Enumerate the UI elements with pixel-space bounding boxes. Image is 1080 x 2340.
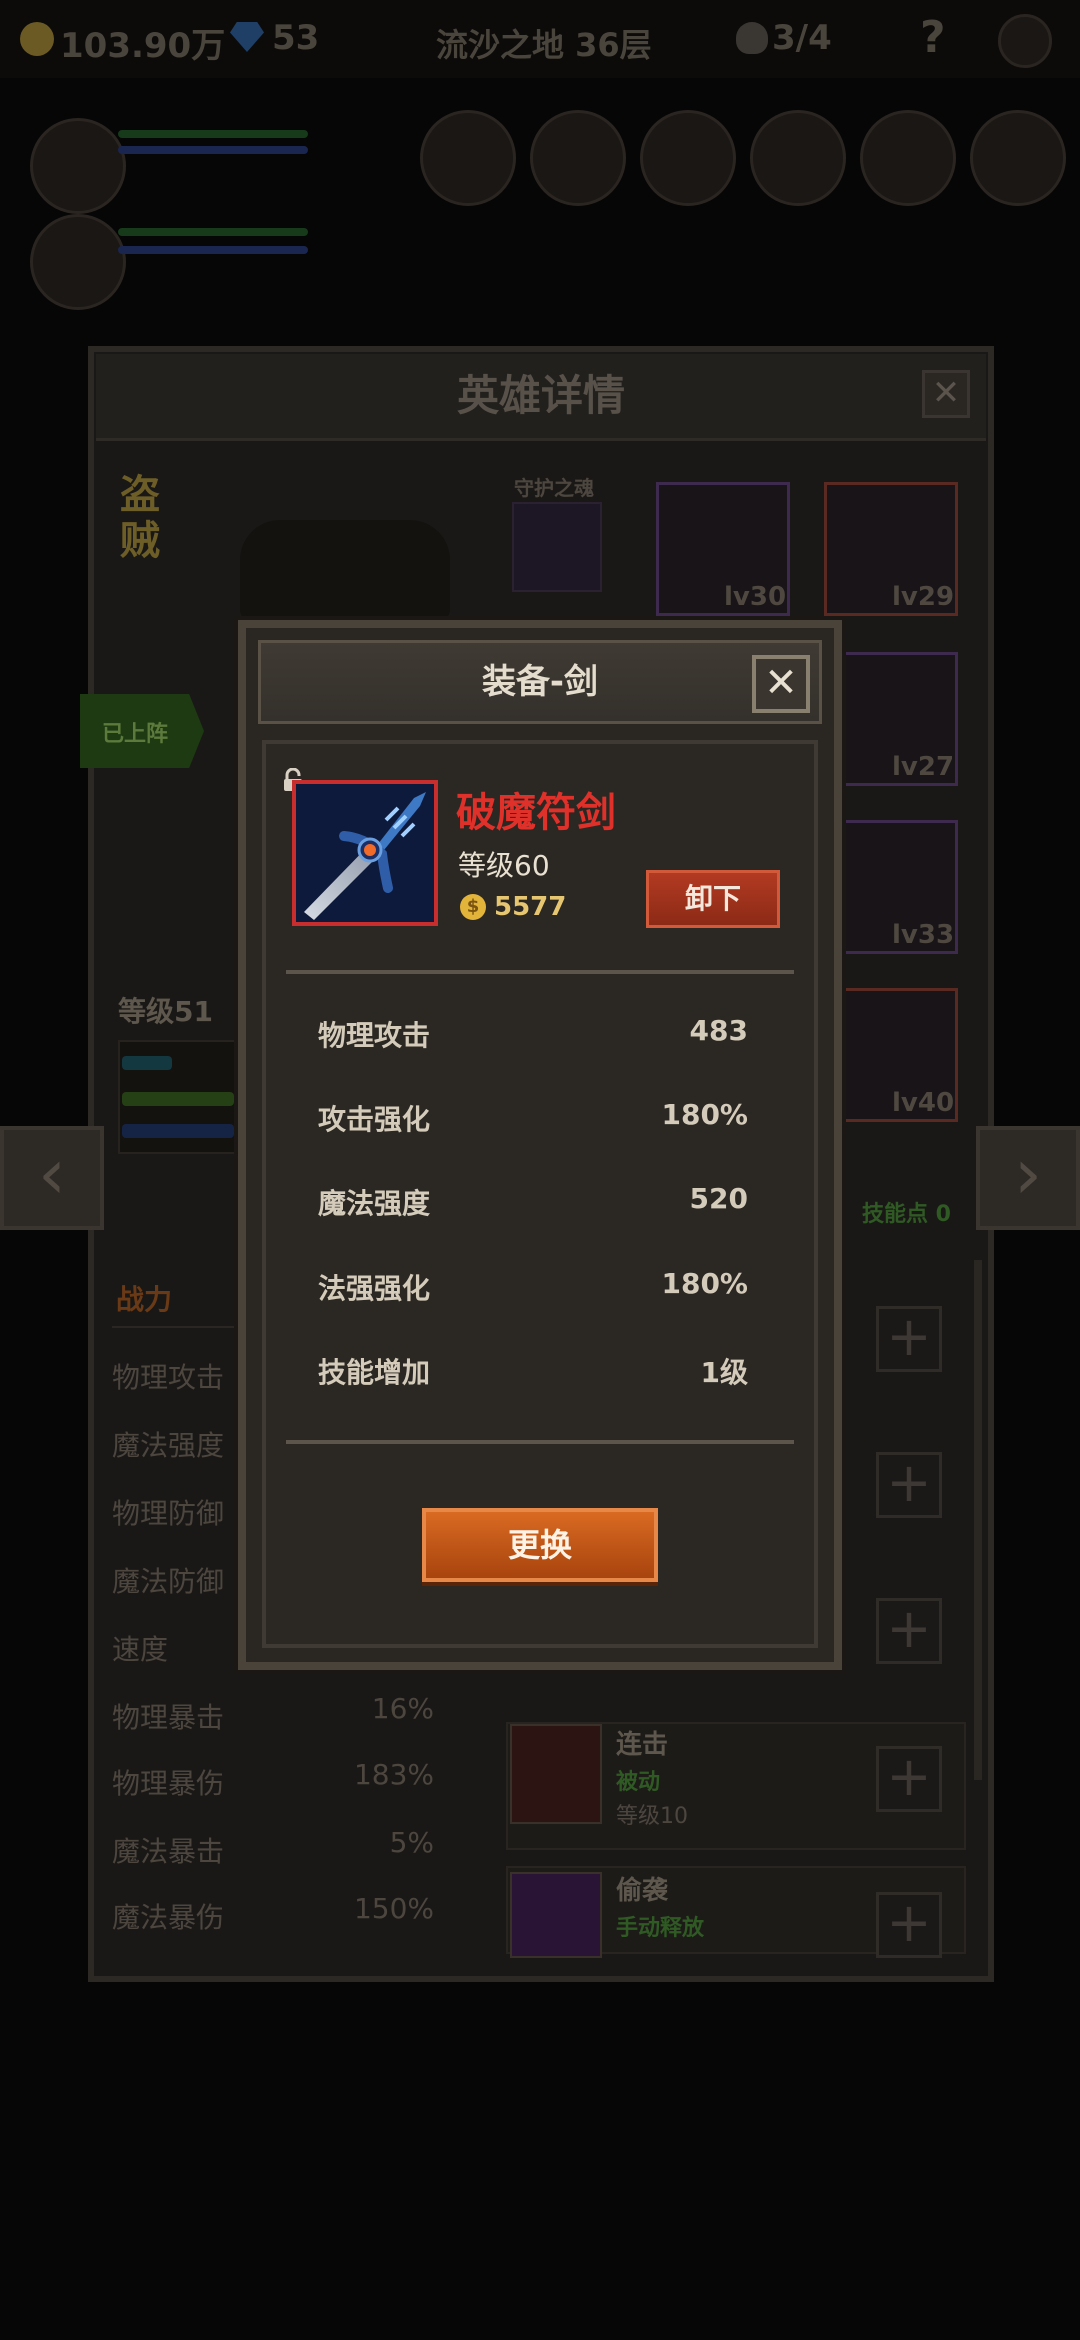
item-stat-label: 物理攻击 <box>318 1019 431 1052</box>
stat-label: 魔法暴击 <box>112 1835 225 1868</box>
guardian-soul-icon[interactable] <box>512 502 602 592</box>
slot-level: lv30 <box>724 582 787 612</box>
item-name: 破魔符剑 <box>456 790 616 836</box>
skills-scrollbar[interactable] <box>974 1260 982 1780</box>
skill-orb[interactable] <box>860 110 956 206</box>
stat-value: 5% <box>389 1826 434 1859</box>
divider <box>286 970 794 974</box>
hp-bar <box>122 1092 234 1106</box>
add-skill-button[interactable]: + <box>876 1746 942 1812</box>
unequip-button[interactable]: 卸下 <box>646 870 780 928</box>
item-stat-value: 1级 <box>700 1356 748 1389</box>
stat-label: 速度 <box>112 1633 169 1666</box>
divider <box>286 1440 794 1444</box>
combo-skill-icon <box>510 1724 602 1824</box>
modal-close-button[interactable]: ✕ <box>752 655 810 713</box>
stat-label: 物理防御 <box>112 1497 225 1530</box>
skill-points: 技能点 0 <box>862 1202 951 1227</box>
skill-type: 被动 <box>616 1770 661 1795</box>
skull-icon <box>736 22 768 54</box>
skill-orb[interactable] <box>420 110 516 206</box>
item-stat-label: 魔法强度 <box>318 1187 431 1220</box>
add-skill-button[interactable]: + <box>876 1452 942 1518</box>
gold-coin-icon <box>20 22 54 56</box>
deployed-label: 已上阵 <box>102 722 169 747</box>
add-skill-button[interactable]: + <box>876 1892 942 1958</box>
hero-detail-close-button[interactable]: ✕ <box>922 370 970 418</box>
hero-mp-bar <box>118 146 308 154</box>
combat-tab[interactable]: 战力 <box>116 1278 172 1318</box>
hero-portrait <box>240 520 450 620</box>
hero-avatar[interactable] <box>30 118 126 214</box>
stat-value: 150% <box>353 1892 434 1925</box>
stat-value: 183% <box>353 1758 434 1791</box>
next-hero-button[interactable]: › <box>976 1126 1080 1230</box>
skill-name: 连击 <box>616 1730 669 1760</box>
help-button[interactable]: ? <box>920 12 946 63</box>
previous-hero-button[interactable]: ‹ <box>0 1126 104 1230</box>
mp-bar <box>122 1124 234 1138</box>
stat-label: 物理暴击 <box>112 1701 225 1734</box>
stat-label: 魔法防御 <box>112 1565 225 1598</box>
skill-orb[interactable] <box>530 110 626 206</box>
modal-title: 装备-剑 <box>481 662 599 702</box>
sneak-attack-skill-icon <box>510 1872 602 1958</box>
skill-orb[interactable] <box>640 110 736 206</box>
skill-orb[interactable] <box>750 110 846 206</box>
settings-icon[interactable] <box>998 14 1052 68</box>
item-icon-frame[interactable] <box>292 780 438 926</box>
add-skill-button[interactable]: + <box>876 1306 942 1372</box>
gold-amount: 103.90万 <box>60 26 226 66</box>
slot-level: lv27 <box>892 752 955 782</box>
location-title: 流沙之地 36层 <box>436 26 652 64</box>
hero-hp-bar <box>118 228 308 236</box>
stat-label: 魔法强度 <box>112 1429 225 1462</box>
hero-mp-bar <box>118 246 308 254</box>
item-stat-label: 攻击强化 <box>318 1103 431 1136</box>
slot-level: lv33 <box>892 920 955 950</box>
slot-level: lv29 <box>892 582 955 612</box>
hero-detail-title: 英雄详情 <box>456 371 625 420</box>
skill-level: 等级10 <box>616 1804 688 1829</box>
exp-bar <box>122 1056 172 1070</box>
item-price: 5577 <box>494 892 567 922</box>
hero-level: 等级51 <box>118 995 213 1028</box>
item-stat-label: 技能增加 <box>318 1356 431 1389</box>
slot-level: lv40 <box>892 1088 955 1118</box>
hero-hp-bar <box>118 130 308 138</box>
stat-label: 魔法暴伤 <box>112 1901 225 1934</box>
replace-button[interactable]: 更换 <box>422 1508 658 1582</box>
item-level: 等级60 <box>458 849 550 882</box>
sword-icon <box>296 784 434 922</box>
hero-class-label: 盗贼 <box>120 472 160 564</box>
skull-count: 3/4 <box>772 18 832 58</box>
item-stat-value: 180% <box>661 1267 748 1300</box>
item-stat-value: 520 <box>689 1182 748 1215</box>
stat-value: 16% <box>371 1692 434 1725</box>
add-skill-button[interactable]: + <box>876 1598 942 1664</box>
hero-avatar[interactable] <box>30 214 126 310</box>
stat-label: 物理攻击 <box>112 1361 225 1394</box>
gold-coin-icon: $ <box>460 894 486 920</box>
item-stat-value: 483 <box>689 1014 748 1047</box>
stat-label: 物理暴伤 <box>112 1767 225 1800</box>
gem-count: 53 <box>272 18 320 58</box>
item-stat-value: 180% <box>661 1098 748 1131</box>
skill-type: 手动释放 <box>616 1916 705 1941</box>
guardian-soul-label: 守护之魂 <box>514 476 594 500</box>
skill-name: 偷袭 <box>616 1876 669 1906</box>
skill-orb[interactable] <box>970 110 1066 206</box>
item-stat-label: 法强强化 <box>318 1272 431 1305</box>
